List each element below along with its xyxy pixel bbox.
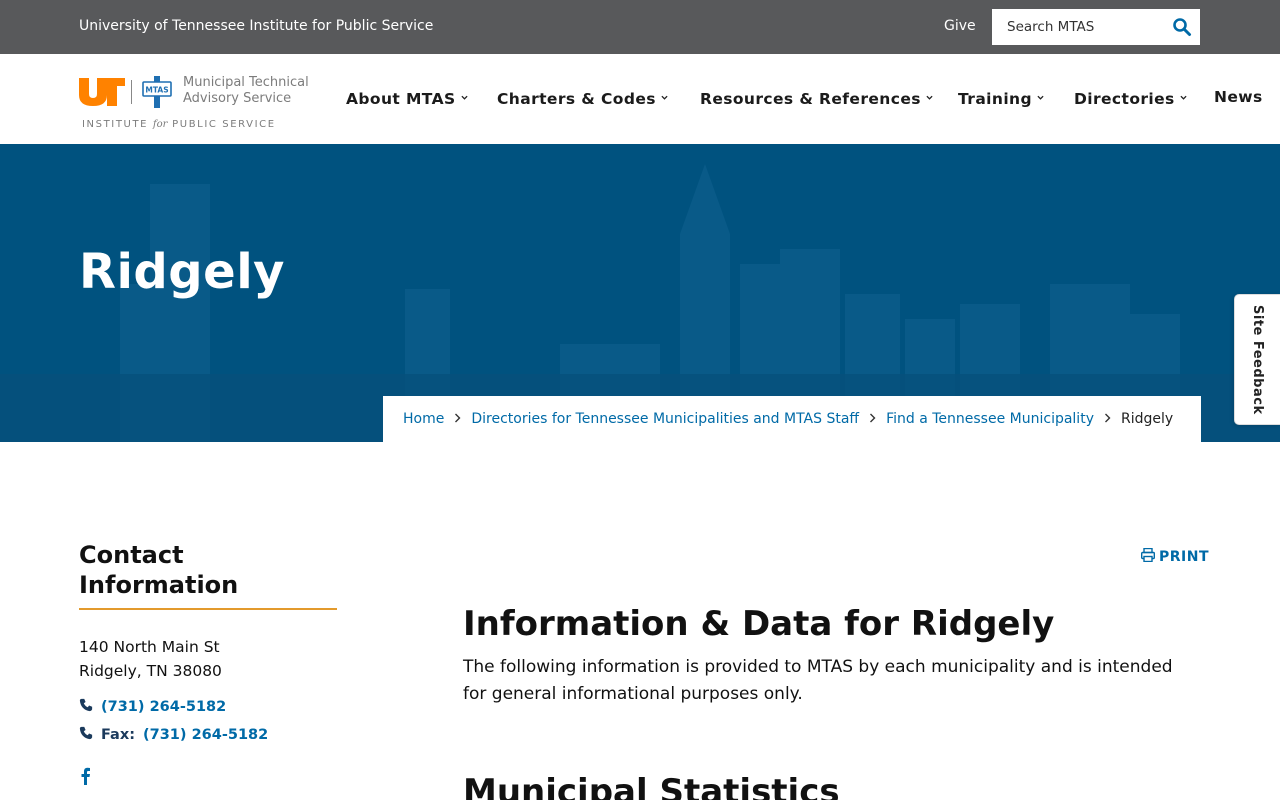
contact-sidebar: Contact Information 140 North Main St Ri…: [79, 540, 337, 789]
address-line2: Ridgely, TN 38080: [79, 662, 222, 680]
phone-link[interactable]: (731) 264-5182: [101, 699, 226, 715]
chevron-right-icon: [455, 413, 461, 423]
nav-resources-references[interactable]: Resources & References: [700, 90, 933, 108]
nav-label: News: [1214, 88, 1263, 106]
info-heading: Information & Data for Ridgely: [463, 604, 1055, 644]
site-feedback-tab[interactable]: Site Feedback: [1234, 294, 1280, 425]
search-icon[interactable]: [1172, 17, 1192, 37]
search-input[interactable]: [992, 9, 1162, 45]
nav-about-mtas[interactable]: About MTAS: [346, 90, 468, 108]
stats-heading: Municipal Statistics: [463, 772, 840, 800]
tagline-for: for: [152, 119, 168, 130]
printer-icon: [1141, 548, 1155, 562]
logo-name-line2: Advisory Service: [183, 91, 292, 106]
nav-label: Training: [958, 90, 1032, 108]
fax-row: Fax: (731) 264-5182: [79, 721, 337, 749]
chevron-right-icon: [870, 413, 876, 423]
nav-charters-codes[interactable]: Charters & Codes: [497, 90, 668, 108]
logo-tagline: INSTITUTE for PUBLIC SERVICE: [82, 119, 276, 130]
tagline-part1: INSTITUTE: [82, 119, 149, 130]
print-button[interactable]: PRINT: [1141, 548, 1209, 565]
nav-label: Charters & Codes: [497, 90, 656, 108]
nav-label: Resources & References: [700, 90, 921, 108]
logo-divider: [131, 80, 132, 104]
feedback-label: Site Feedback: [1250, 305, 1265, 415]
nav-news[interactable]: News: [1214, 88, 1263, 106]
contact-heading: Contact Information: [79, 540, 337, 610]
chevron-down-icon: [460, 95, 468, 100]
fax-label: Fax:: [101, 727, 135, 743]
chevron-right-icon: [1104, 413, 1111, 423]
phone-icon: [79, 698, 93, 712]
page-hero: Ridgely Home Directories for Tennessee Mu…: [0, 144, 1280, 442]
ut-logo-icon: [79, 78, 125, 106]
fax-link[interactable]: (731) 264-5182: [143, 727, 268, 743]
address-line1: 140 North Main St: [79, 638, 220, 656]
print-label: PRINT: [1159, 549, 1210, 565]
breadcrumb: Home Directories for Tennessee Municipali…: [383, 396, 1201, 442]
main-content: Information & Data for Ridgely The follo…: [463, 604, 1183, 800]
breadcrumb-directories[interactable]: Directories for Tennessee Municipalities…: [471, 411, 859, 427]
facebook-icon[interactable]: [79, 767, 91, 785]
site-header: MTAS Municipal Technical Advisory Servic…: [0, 54, 1280, 144]
fax-phone-icon: [79, 726, 93, 740]
breadcrumb-home[interactable]: Home: [403, 411, 444, 427]
mtas-seal-icon: MTAS: [142, 76, 172, 108]
org-name[interactable]: University of Tennessee Institute for Pu…: [79, 18, 433, 34]
breadcrumb-current: Ridgely: [1120, 411, 1174, 427]
chevron-down-icon: [1180, 95, 1187, 100]
tagline-part2: PUBLIC SERVICE: [172, 119, 276, 130]
contact-address: 140 North Main St Ridgely, TN 38080: [79, 635, 337, 683]
chevron-down-icon: [1037, 95, 1044, 100]
logo-name: Municipal Technical Advisory Service: [183, 75, 309, 107]
breadcrumb-find-municipality[interactable]: Find a Tennessee Municipality: [886, 411, 1094, 427]
mtas-logo[interactable]: MTAS Municipal Technical Advisory Servic…: [79, 74, 319, 132]
utility-bar: University of Tennessee Institute for Pu…: [0, 0, 1280, 54]
chevron-down-icon: [661, 95, 668, 100]
nav-label: Directories: [1074, 90, 1175, 108]
nav-directories[interactable]: Directories: [1074, 90, 1187, 108]
search-box: [992, 9, 1200, 45]
logo-name-line1: Municipal Technical: [183, 75, 309, 90]
phone-row: (731) 264-5182: [79, 693, 337, 721]
page-title: Ridgely: [79, 244, 285, 300]
give-link[interactable]: Give: [944, 18, 976, 34]
nav-training[interactable]: Training: [958, 90, 1044, 108]
svg-text:MTAS: MTAS: [145, 86, 168, 95]
nav-label: About MTAS: [346, 90, 456, 108]
chevron-down-icon: [926, 95, 933, 100]
contact-phones: (731) 264-5182 Fax: (731) 264-5182: [79, 693, 337, 749]
info-intro: The following information is provided to…: [463, 657, 1173, 704]
